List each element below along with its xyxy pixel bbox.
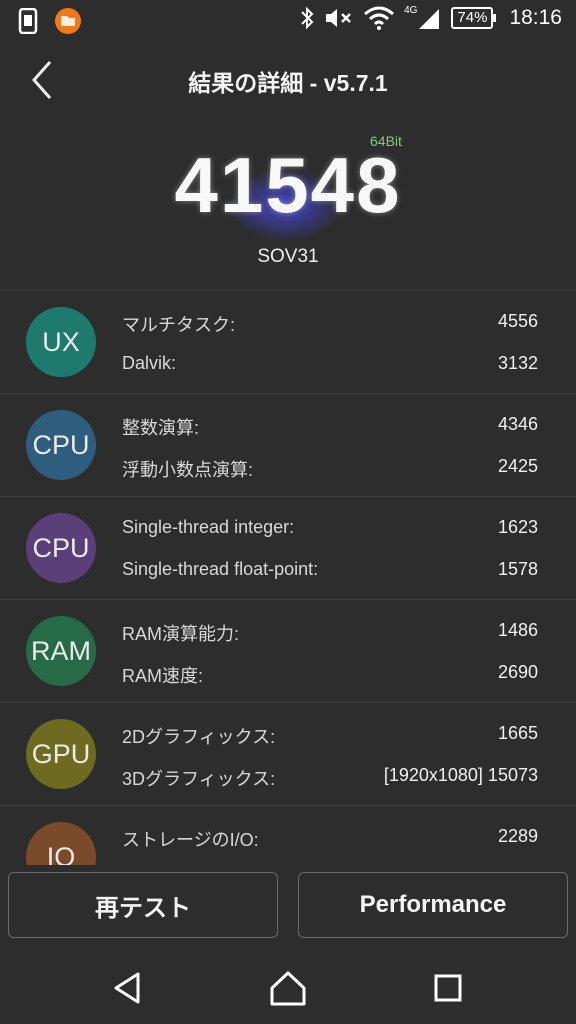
score-label: RAM演算能力: bbox=[122, 624, 239, 644]
score-label: RAM速度: bbox=[122, 666, 203, 686]
category-block: CPU 整数演算: 4346 浮動小数点演算: 2425 bbox=[0, 394, 576, 497]
retest-button[interactable]: 再テスト bbox=[8, 872, 278, 938]
score-value: 1623 bbox=[497, 517, 538, 537]
score-row: Single-thread float-point: 1578 bbox=[122, 559, 538, 580]
bluetooth-icon bbox=[301, 6, 314, 30]
category-badge: CPU bbox=[26, 410, 96, 480]
score-label: ストレージのI/O: bbox=[122, 830, 259, 850]
score-row: 3Dグラフィックス: [1920x1080] 15073 bbox=[122, 765, 538, 791]
score-value: 2690 bbox=[497, 662, 538, 682]
score-label: 2Dグラフィックス: bbox=[122, 727, 276, 747]
category-block: IO ストレージのI/O: 2289 bbox=[0, 806, 576, 865]
category-badge: GPU bbox=[26, 719, 96, 789]
score-value: 4346 bbox=[497, 414, 538, 434]
score-label: Dalvik: bbox=[122, 353, 177, 373]
category-badge: CPU bbox=[26, 513, 96, 583]
navigation-bar bbox=[0, 950, 576, 1024]
score-value: 1578 bbox=[497, 559, 538, 579]
total-score: 41548 bbox=[174, 141, 402, 229]
score-value: 2289 bbox=[497, 826, 538, 846]
battery-level: 74% bbox=[457, 9, 488, 26]
page-title: 結果の詳細 - v5.7.1 bbox=[188, 70, 388, 96]
performance-button[interactable]: Performance bbox=[298, 872, 568, 938]
score-row: RAM演算能力: 1486 bbox=[122, 620, 538, 646]
nav-back-icon[interactable] bbox=[108, 968, 148, 1008]
battery-icon: 74% bbox=[451, 7, 497, 29]
score-value: 1486 bbox=[497, 620, 538, 640]
screenshot-app-icon bbox=[18, 8, 38, 34]
score-value: 4556 bbox=[497, 311, 538, 331]
category-badge: UX bbox=[26, 307, 96, 377]
header: 結果の詳細 - v5.7.1 bbox=[0, 48, 576, 112]
notification-icons bbox=[18, 7, 82, 35]
category-badge: IO bbox=[26, 822, 96, 865]
status-bar: 4G 74% 18:16 bbox=[0, 0, 576, 40]
device-name: SOV31 bbox=[257, 246, 319, 267]
score-value: 1665 bbox=[497, 723, 538, 743]
category-block: CPU Single-thread integer: 1623 Single-thre… bbox=[0, 497, 576, 600]
score-value: [1920x1080] 15073 bbox=[383, 765, 538, 785]
category-block: RAM RAM演算能力: 1486 RAM速度: 2690 bbox=[0, 600, 576, 703]
score-row: 浮動小数点演算: 2425 bbox=[122, 456, 538, 482]
nav-recents-icon[interactable] bbox=[428, 968, 468, 1008]
score-label: Single-thread float-point: bbox=[122, 559, 319, 579]
total-score-panel: 41548 64Bit SOV31 bbox=[0, 130, 576, 280]
nav-home-icon[interactable] bbox=[268, 968, 308, 1008]
wifi-icon bbox=[364, 6, 395, 30]
score-value: 2425 bbox=[497, 456, 538, 476]
score-row: マルチタスク: 4556 bbox=[122, 311, 538, 337]
score-value: 3132 bbox=[497, 353, 538, 373]
score-label: 浮動小数点演算: bbox=[122, 460, 254, 480]
score-label: 3Dグラフィックス: bbox=[122, 769, 276, 789]
score-row: RAM速度: 2690 bbox=[122, 662, 538, 688]
score-label: マルチタスク: bbox=[122, 315, 236, 335]
score-row: ストレージのI/O: 2289 bbox=[122, 826, 538, 852]
signal-icon bbox=[419, 9, 440, 29]
network-type-label: 4G bbox=[404, 4, 418, 16]
score-label: 整数演算: bbox=[122, 418, 200, 438]
category-badge: RAM bbox=[26, 616, 96, 686]
mute-icon bbox=[326, 9, 351, 27]
score-breakdown-list[interactable]: UX マルチタスク: 4556 Dalvik: 3132 CPU 整数演算: 4346 浮動小数… bbox=[0, 290, 576, 865]
score-label: Single-thread integer: bbox=[122, 517, 295, 537]
category-block: UX マルチタスク: 4556 Dalvik: 3132 bbox=[0, 291, 576, 394]
score-row: 2Dグラフィックス: 1665 bbox=[122, 723, 538, 749]
bit-label: 64Bit bbox=[370, 133, 402, 149]
folder-app-icon bbox=[55, 8, 81, 34]
score-row: Dalvik: 3132 bbox=[122, 353, 538, 374]
system-icons: 4G 74% 18:16 bbox=[300, 4, 562, 30]
clock: 18:16 bbox=[509, 6, 562, 29]
score-row: 整数演算: 4346 bbox=[122, 414, 538, 440]
score-row: Single-thread integer: 1623 bbox=[122, 517, 538, 538]
category-block: GPU 2Dグラフィックス: 1665 3Dグラフィックス: [1920x1080] 1… bbox=[0, 703, 576, 806]
